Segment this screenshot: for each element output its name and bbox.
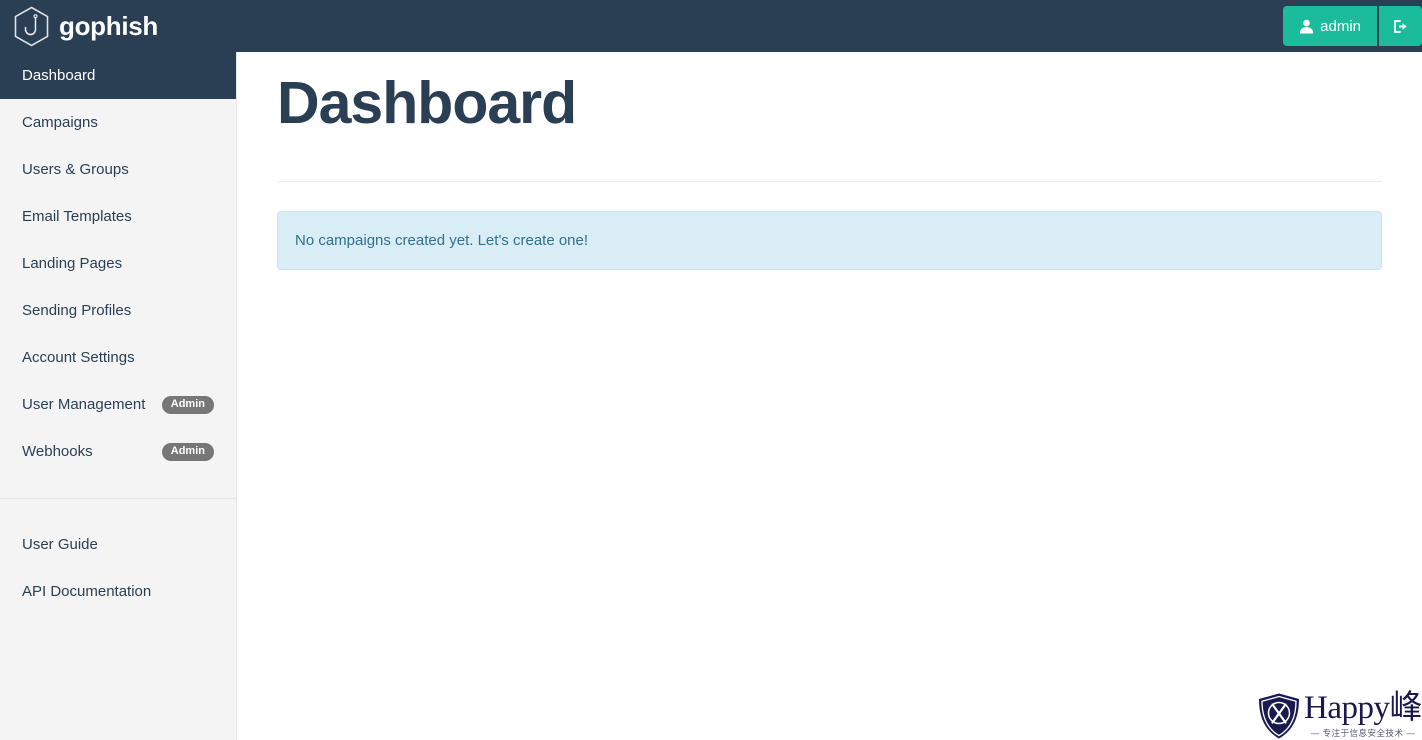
sidebar-link-landing-pages[interactable]: Landing Pages: [0, 240, 236, 287]
sidebar-link-dashboard[interactable]: Dashboard: [0, 52, 236, 99]
sidebar-item-label: Webhooks: [22, 443, 93, 460]
sidebar-link-email-templates[interactable]: Email Templates: [0, 193, 236, 240]
sidebar-item-label: Account Settings: [22, 349, 135, 366]
sidebar-link-webhooks[interactable]: Webhooks Admin: [0, 428, 236, 475]
alert-message: No campaigns created yet. Let's create o…: [295, 232, 589, 249]
sidebar-link-user-management[interactable]: User Management Admin: [0, 381, 236, 428]
user-menu-label: admin: [1320, 17, 1361, 35]
sidebar-item-label: Email Templates: [22, 208, 132, 225]
no-campaigns-alert: No campaigns created yet. Let's create o…: [277, 211, 1382, 270]
sidebar-divider: [0, 498, 236, 499]
sign-out-icon: [1393, 19, 1408, 34]
user-menu-button[interactable]: admin: [1283, 6, 1377, 46]
sidebar-item-label: User Guide: [22, 536, 98, 553]
sidebar-nav-list: Dashboard Campaigns Users & Groups Email…: [0, 52, 236, 475]
sidebar-link-campaigns[interactable]: Campaigns: [0, 99, 236, 146]
page-title: Dashboard: [277, 70, 577, 136]
sidebar-item-user-management: User Management Admin: [0, 381, 236, 428]
admin-badge: Admin: [161, 442, 214, 461]
sidebar-link-api-documentation[interactable]: API Documentation: [0, 568, 236, 615]
title-divider: [277, 181, 1382, 182]
sidebar-item-landing-pages: Landing Pages: [0, 240, 236, 287]
brand-text: gophish: [59, 11, 158, 41]
sidebar-item-sending-profiles: Sending Profiles: [0, 287, 236, 334]
admin-badge: Admin: [161, 395, 214, 414]
sidebar-item-label: Users & Groups: [22, 161, 129, 178]
sidebar-footer-list: User Guide API Documentation: [0, 521, 236, 615]
sidebar-item-users-groups: Users & Groups: [0, 146, 236, 193]
logout-button[interactable]: [1377, 6, 1422, 46]
sidebar-link-users-groups[interactable]: Users & Groups: [0, 146, 236, 193]
sidebar-item-label: User Management: [22, 396, 146, 413]
top-navbar: gophish admin: [0, 0, 1422, 52]
sidebar: Dashboard Campaigns Users & Groups Email…: [0, 52, 237, 740]
sidebar-item-api-documentation: API Documentation: [0, 568, 236, 615]
sidebar-item-label: API Documentation: [22, 583, 152, 600]
user-icon: [1299, 19, 1314, 34]
sidebar-item-account-settings: Account Settings: [0, 334, 236, 381]
sidebar-item-dashboard: Dashboard: [0, 52, 236, 99]
sidebar-item-webhooks: Webhooks Admin: [0, 428, 236, 475]
brand-link[interactable]: gophish: [13, 6, 158, 47]
sidebar-item-campaigns: Campaigns: [0, 99, 236, 146]
sidebar-item-label: Sending Profiles: [22, 302, 132, 319]
sidebar-item-label: Landing Pages: [22, 255, 123, 272]
sidebar-item-user-guide: User Guide: [0, 521, 236, 568]
sidebar-item-label: Campaigns: [22, 114, 98, 131]
gophish-hook-logo: [13, 6, 50, 47]
sidebar-item-label: Dashboard: [22, 67, 96, 84]
sidebar-link-sending-profiles[interactable]: Sending Profiles: [0, 287, 236, 334]
sidebar-item-email-templates: Email Templates: [0, 193, 236, 240]
sidebar-link-user-guide[interactable]: User Guide: [0, 521, 236, 568]
sidebar-link-account-settings[interactable]: Account Settings: [0, 334, 236, 381]
navbar-right-actions: admin: [1283, 6, 1422, 46]
main-content: Dashboard No campaigns created yet. Let'…: [237, 52, 1422, 740]
